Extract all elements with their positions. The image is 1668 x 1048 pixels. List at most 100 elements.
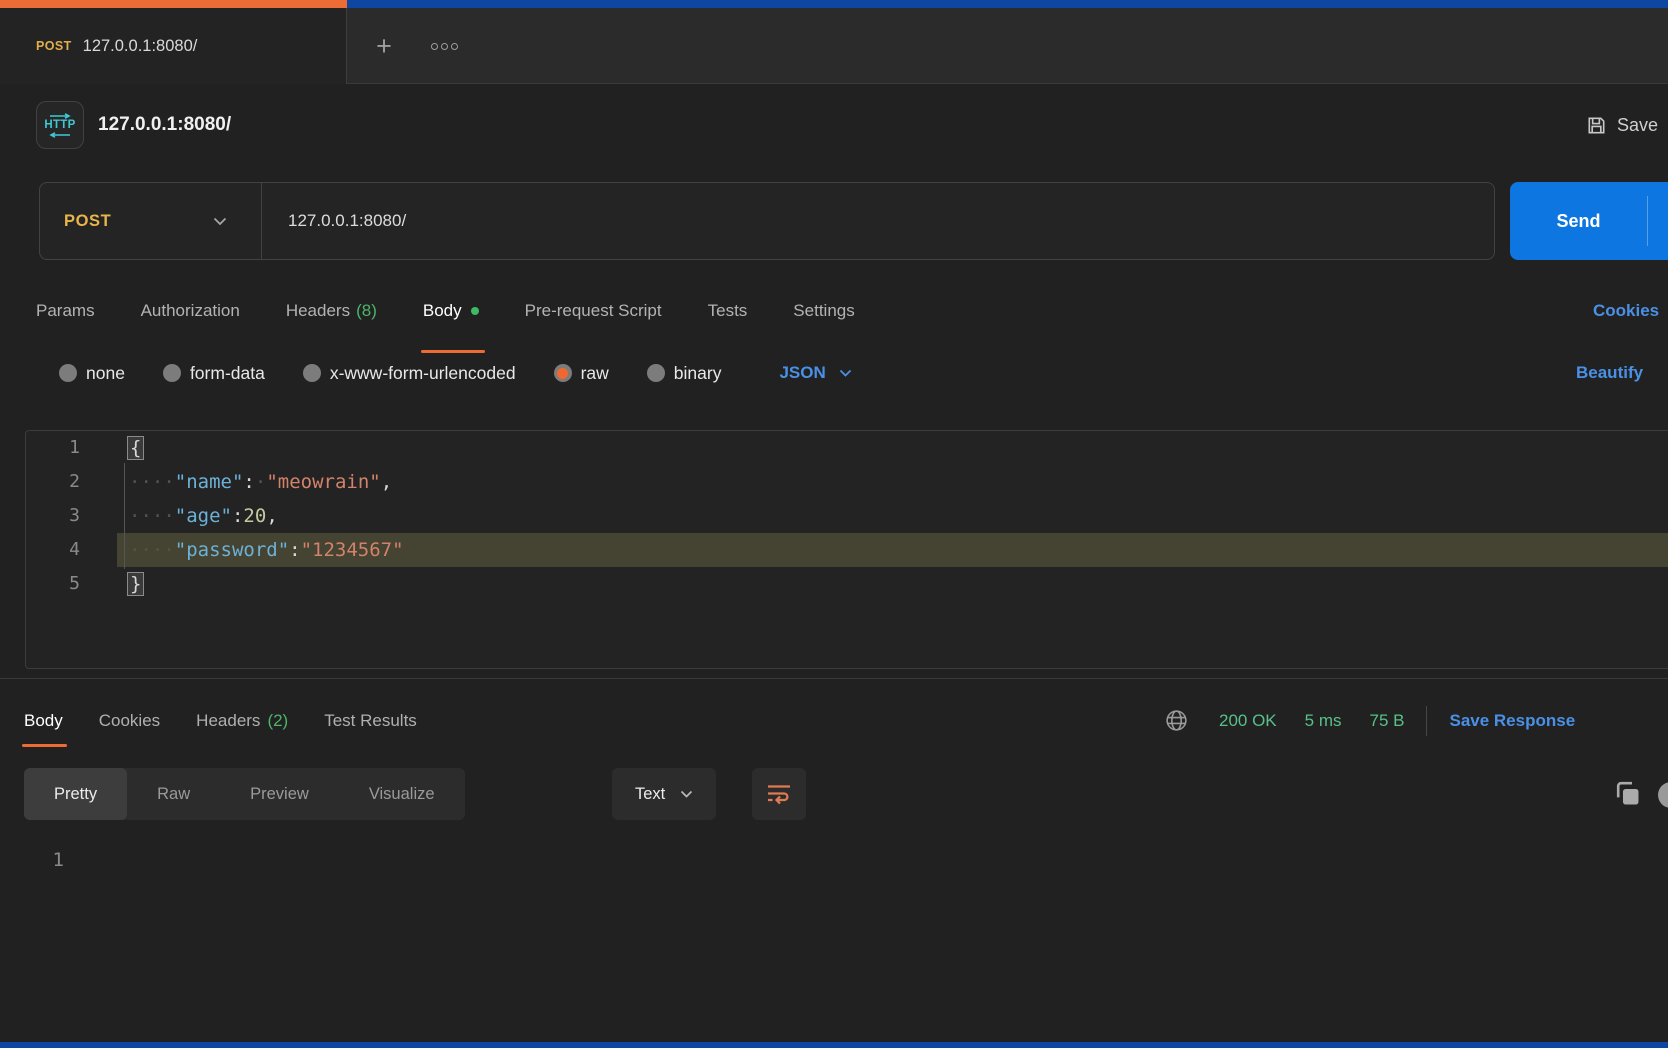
mode-form-data[interactable]: form-data xyxy=(163,363,265,384)
response-line-number: 1 xyxy=(0,840,64,871)
plus-icon: + xyxy=(376,31,392,62)
indent-dots: ···· xyxy=(129,539,175,561)
method-dropdown[interactable]: POST xyxy=(40,183,261,259)
tab-authorization[interactable]: Authorization xyxy=(141,294,240,328)
more-options-icon xyxy=(431,43,438,50)
open-brace: { xyxy=(127,436,144,460)
copy-icon xyxy=(1612,778,1643,809)
meta-divider xyxy=(1426,706,1427,736)
response-format-dropdown[interactable]: Text xyxy=(612,768,716,820)
json-number-value: 20 xyxy=(243,505,266,527)
json-key: "password" xyxy=(175,539,289,561)
search-icon[interactable] xyxy=(1658,782,1668,808)
view-raw[interactable]: Raw xyxy=(127,768,220,820)
request-url-bar: POST 127.0.0.1:8080/ xyxy=(39,182,1495,260)
save-floppy-icon xyxy=(1585,114,1608,137)
word-wrap-icon xyxy=(765,782,793,806)
body-mode-row: none form-data x-www-form-urlencoded raw… xyxy=(0,355,1668,391)
format-dropdown[interactable]: JSON xyxy=(779,363,851,383)
network-globe-icon[interactable] xyxy=(1164,708,1189,733)
response-tab-cookies[interactable]: Cookies xyxy=(99,694,160,747)
radio-icon xyxy=(303,364,321,382)
headers-count: (8) xyxy=(356,301,377,321)
copy-button[interactable] xyxy=(1612,778,1643,809)
mode-raw[interactable]: raw xyxy=(554,363,609,384)
line-number: 2 xyxy=(26,465,80,499)
method-label: POST xyxy=(64,212,111,231)
send-button[interactable]: Send xyxy=(1510,182,1668,260)
cookies-link[interactable]: Cookies xyxy=(1593,294,1659,328)
mode-binary[interactable]: binary xyxy=(647,363,722,384)
tab-body[interactable]: Body xyxy=(423,294,479,328)
view-visualize[interactable]: Visualize xyxy=(339,768,465,820)
tab-title: 127.0.0.1:8080/ xyxy=(83,37,198,56)
tab-options-button[interactable] xyxy=(420,22,468,70)
chevron-down-icon xyxy=(839,369,852,377)
request-title: 127.0.0.1:8080/ xyxy=(98,114,231,136)
beautify-link[interactable]: Beautify xyxy=(1576,363,1643,383)
arrow-right-icon xyxy=(48,113,72,119)
view-pretty[interactable]: Pretty xyxy=(24,768,127,820)
line-number: 4 xyxy=(26,533,80,567)
response-tab-test-results[interactable]: Test Results xyxy=(324,694,417,747)
send-button-label: Send xyxy=(1510,182,1647,260)
save-button[interactable]: Save xyxy=(1585,96,1658,154)
request-body-editor[interactable]: 1 { 2 ····"name":·"meowrain", 3 ····"age… xyxy=(25,430,1668,669)
editor-line: 2 ····"name":·"meowrain", xyxy=(26,465,1668,499)
unsaved-changes-dot xyxy=(471,307,479,315)
line-number: 1 xyxy=(26,431,80,465)
tab-headers[interactable]: Headers (8) xyxy=(286,294,377,328)
request-header: HTTP 127.0.0.1:8080/ Save xyxy=(0,96,1668,154)
response-toolbar: Pretty Raw Preview Visualize Text xyxy=(0,768,1668,820)
panel-splitter[interactable] xyxy=(0,678,1668,679)
json-string-value: "1234567" xyxy=(301,539,404,561)
radio-icon xyxy=(163,364,181,382)
active-tab-accent-strip xyxy=(0,0,347,8)
view-mode-segmented-control: Pretty Raw Preview Visualize xyxy=(24,768,465,820)
radio-icon xyxy=(59,364,77,382)
line-number: 5 xyxy=(26,567,80,601)
tab-pre-request-script[interactable]: Pre-request Script xyxy=(525,294,662,328)
save-button-label: Save xyxy=(1617,115,1658,136)
response-headers-count: (2) xyxy=(267,711,288,731)
save-response-link[interactable]: Save Response xyxy=(1449,711,1575,731)
url-input[interactable]: 127.0.0.1:8080/ xyxy=(261,183,1494,259)
mode-none[interactable]: none xyxy=(59,363,125,384)
json-string-value: "meowrain" xyxy=(266,471,380,493)
bracket-pair-guide xyxy=(124,463,125,569)
window-top-strip xyxy=(0,0,1668,8)
request-tab-bar: POST 127.0.0.1:8080/ + xyxy=(0,8,1668,84)
response-body-viewer[interactable]: 1 xyxy=(0,840,1668,1042)
chevron-down-icon xyxy=(213,217,227,226)
indent-dots: ···· xyxy=(129,471,175,493)
tab-method-badge: POST xyxy=(36,39,72,53)
http-request-icon: HTTP xyxy=(36,101,84,149)
response-size[interactable]: 75 B xyxy=(1370,711,1405,731)
tab-tests[interactable]: Tests xyxy=(708,294,748,328)
close-brace: } xyxy=(127,572,144,596)
json-key: "name" xyxy=(175,471,244,493)
response-tab-body[interactable]: Body xyxy=(24,694,63,747)
window-blue-strip xyxy=(347,0,1668,8)
arrow-left-icon xyxy=(48,132,72,138)
indent-dots: ···· xyxy=(129,505,175,527)
request-tabs-row: Params Authorization Headers (8) Body Pr… xyxy=(0,280,1668,356)
request-tab-active[interactable]: POST 127.0.0.1:8080/ xyxy=(0,8,347,84)
editor-line-current: 4 ····"password":"1234567" xyxy=(26,533,1668,567)
word-wrap-button[interactable] xyxy=(752,768,806,820)
response-meta: 200 OK 5 ms 75 B Save Response xyxy=(1164,694,1575,747)
tab-settings[interactable]: Settings xyxy=(793,294,854,328)
editor-line: 5 } xyxy=(26,567,1668,601)
url-value: 127.0.0.1:8080/ xyxy=(288,211,406,231)
status-badge[interactable]: 200 OK xyxy=(1219,711,1277,731)
mode-x-www-form-urlencoded[interactable]: x-www-form-urlencoded xyxy=(303,363,516,384)
space-dot: · xyxy=(255,471,266,493)
response-tab-headers[interactable]: Headers (2) xyxy=(196,694,288,747)
new-tab-button[interactable]: + xyxy=(360,22,408,70)
view-preview[interactable]: Preview xyxy=(220,768,339,820)
response-time[interactable]: 5 ms xyxy=(1305,711,1342,731)
window-bottom-strip xyxy=(0,1042,1668,1048)
tab-params[interactable]: Params xyxy=(36,294,95,328)
editor-line: 1 { xyxy=(26,431,1668,465)
http-badge-label: HTTP xyxy=(44,120,75,131)
